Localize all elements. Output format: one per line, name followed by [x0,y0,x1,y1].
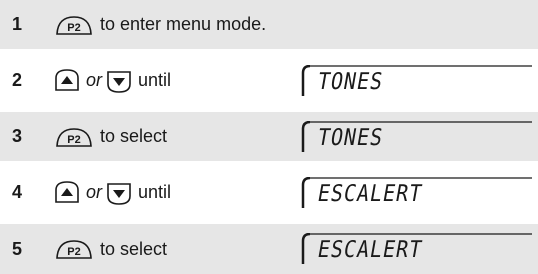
step-1: 1 P2 to enter menu mode. [0,0,538,49]
step-list: 1 P2 to enter menu mode. 2 or until TONE… [0,0,538,274]
step-number: 1 [12,14,23,34]
step-4: 4 or until ESCALERT [0,168,538,217]
lcd-text: ESCALERT [315,178,425,207]
down-arrow-icon [107,182,131,205]
down-arrow-icon [107,70,131,93]
step-instruction: to select [100,238,168,259]
step-keys: or until [54,180,171,206]
lcd-display: ESCALERT [300,176,532,209]
step-3: 3 P2 to select TONES [0,112,538,161]
lcd-text: TONES [315,122,386,151]
step-keys: P2 to enter menu mode. [54,14,266,36]
step-number: 3 [12,126,23,146]
lcd-display: ESCALERT [300,233,532,265]
p2-label: P2 [67,246,80,258]
step-2: 2 or until TONES [0,56,538,105]
lcd-display: TONES [300,64,532,97]
step-keys: or until [54,68,171,94]
step-instruction: until [138,70,172,90]
step-instruction: until [138,182,172,202]
step-5: 5 P2 to select ESCALERT [0,224,538,274]
step-keys: P2 to select [54,126,167,148]
or-text: or [86,182,103,202]
or-text: or [86,70,103,90]
step-keys: P2 to select [54,238,167,260]
step-instruction: to enter menu mode. [100,14,267,34]
lcd-text: TONES [315,66,386,95]
p2-button-icon: P2 [56,127,92,147]
step-number: 4 [12,182,23,202]
step-number: 5 [12,238,23,259]
lcd-text: ESCALERT [315,235,425,263]
lcd-display: TONES [300,120,532,153]
up-arrow-icon [55,68,79,91]
step-number: 2 [12,70,23,90]
p2-label: P2 [67,22,80,34]
p2-button-icon: P2 [56,15,92,35]
up-arrow-icon [55,180,79,203]
p2-button-icon: P2 [56,240,92,259]
step-instruction: to select [100,126,168,146]
p2-label: P2 [67,134,80,146]
